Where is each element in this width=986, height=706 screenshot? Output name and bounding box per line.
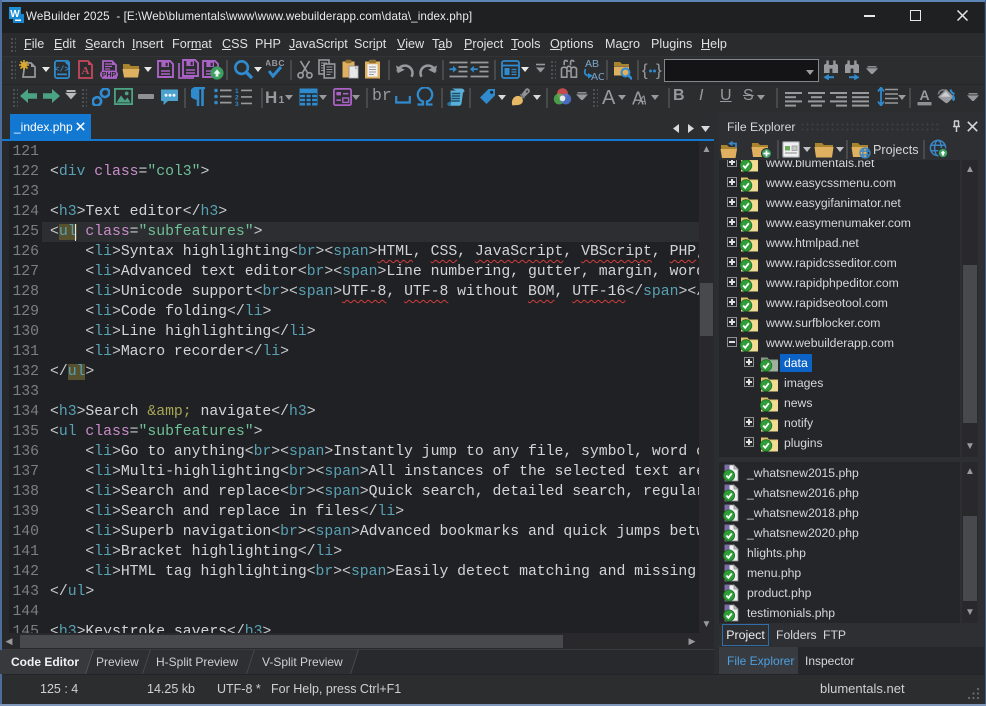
- svg-text:W: W: [10, 9, 20, 20]
- svg-text:A: A: [602, 87, 616, 106]
- svg-text:ABC: ABC: [266, 58, 284, 68]
- svg-text:3: 3: [235, 101, 239, 106]
- svg-text:A: A: [919, 87, 929, 103]
- svg-text:A: A: [637, 93, 649, 106]
- svg-text:AB: AB: [585, 58, 599, 70]
- svg-text:</>: </>: [55, 66, 70, 75]
- svg-text:H: H: [265, 88, 277, 105]
- svg-text:{: {: [642, 61, 648, 80]
- svg-text:}: }: [656, 61, 662, 80]
- svg-text:AC: AC: [591, 71, 604, 82]
- svg-text:A: A: [81, 65, 89, 77]
- svg-text:PHP: PHP: [101, 72, 116, 79]
